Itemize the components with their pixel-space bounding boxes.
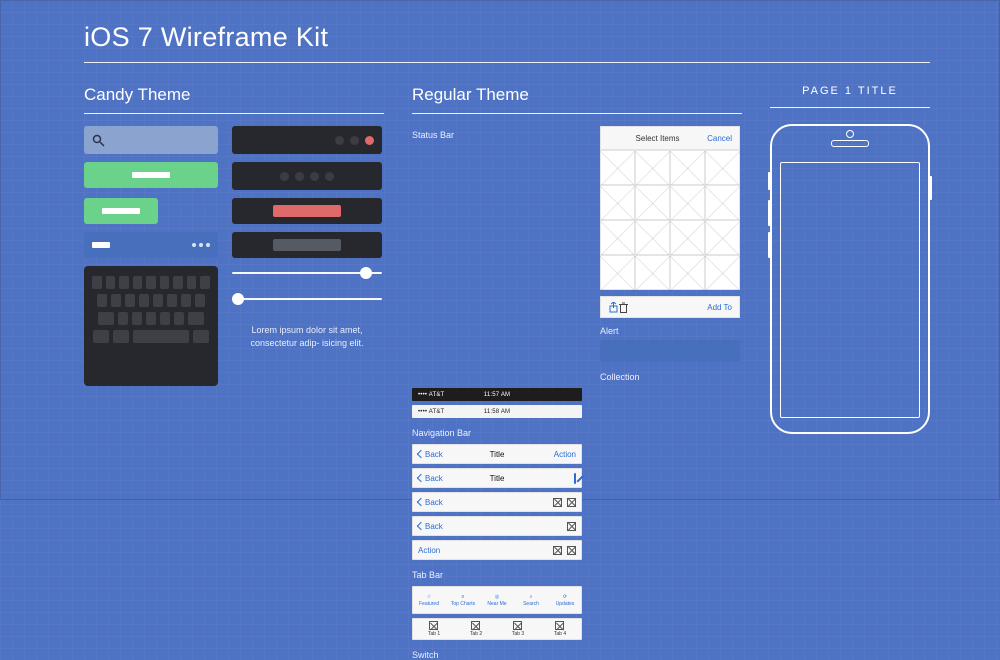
search-bar[interactable] [84, 126, 218, 154]
power-button [929, 176, 932, 200]
status-bar-dark: •••• AT&T 11:57 AM [412, 388, 582, 401]
volume-up [768, 200, 771, 226]
tab-nearme[interactable]: ◎Near Me [480, 586, 514, 614]
collection-cell[interactable] [635, 150, 670, 185]
collection-cell[interactable] [600, 255, 635, 290]
collection-cell[interactable] [600, 185, 635, 220]
label-alert: Alert [600, 326, 740, 336]
back-button[interactable]: Back [418, 450, 443, 459]
placeholder-icon[interactable] [567, 522, 576, 531]
candy-heading: Candy Theme [84, 85, 384, 105]
phone-column: PAGE 1 TITLE [770, 85, 930, 660]
collection-cell[interactable] [670, 185, 705, 220]
collection-cell[interactable] [635, 220, 670, 255]
regular-rule [412, 113, 742, 114]
edit-icon[interactable] [574, 473, 576, 484]
regular-column: Regular Theme Status Bar Collection ••••… [412, 85, 742, 660]
nav-row-2[interactable]: Back Title [412, 468, 582, 488]
placeholder-icon[interactable] [553, 498, 562, 507]
tab-updates[interactable]: ⟳Updates [548, 586, 582, 614]
nav-row-1[interactable]: Back Title Action [412, 444, 582, 464]
mute-switch [768, 172, 771, 190]
tab-generic[interactable]: Tab 1 [428, 621, 440, 637]
volume-down [768, 232, 771, 258]
green-button-1[interactable] [84, 162, 218, 188]
collection-cell[interactable] [705, 220, 740, 255]
label-tab: Tab Bar [412, 570, 582, 580]
phone-page-title: PAGE 1 TITLE [770, 85, 930, 97]
collection-panel: Select Items Cancel Add To Alert [600, 126, 740, 362]
collection-cell[interactable] [635, 185, 670, 220]
collection-cell[interactable] [705, 185, 740, 220]
kit-title: iOS 7 Wireframe Kit [84, 22, 930, 53]
share-icon[interactable] [608, 302, 619, 313]
label-nav: Navigation Bar [412, 428, 582, 438]
regular-heading: Regular Theme [412, 85, 742, 105]
slider-group: Lorem ipsum dolor sit amet, consectetur … [232, 266, 382, 386]
regular-grid: Status Bar Collection •••• AT&T 11:57 AM… [412, 126, 742, 660]
blue-chip[interactable] [84, 232, 218, 258]
nav-row-4[interactable]: Back [412, 516, 582, 536]
green-button-2[interactable] [84, 198, 158, 224]
nav-row-3[interactable]: Back [412, 492, 582, 512]
slider-2[interactable] [232, 292, 382, 306]
candy-column: Candy Theme [84, 85, 384, 660]
nav-title: Title [490, 450, 505, 459]
status-bar-light: •••• AT&T 11:58 AM [412, 405, 582, 418]
label-collection: Collection [600, 372, 740, 382]
collection-header: Select Items Cancel [600, 126, 740, 150]
collection-toolbar: Add To [600, 296, 740, 318]
nav-action[interactable]: Action [554, 450, 576, 459]
label-status: Status Bar [412, 130, 582, 140]
collection-cell[interactable] [670, 255, 705, 290]
dark-bar-2[interactable] [232, 162, 382, 190]
placeholder-icon[interactable] [567, 546, 576, 555]
tab-bar-2: Tab 1 Tab 2 Tab 3 Tab 4 [412, 618, 582, 640]
collection-cell[interactable] [670, 150, 705, 185]
collection-cell[interactable] [705, 150, 740, 185]
tab-search[interactable]: ⌕Search [514, 586, 548, 614]
title-rule [84, 62, 930, 63]
tab-generic[interactable]: Tab 3 [512, 621, 524, 637]
dark-pill-red[interactable] [232, 198, 382, 224]
tab-generic[interactable]: Tab 2 [470, 621, 482, 637]
columns: Candy Theme [84, 85, 930, 660]
collection-cell[interactable] [600, 150, 635, 185]
search-icon [92, 134, 105, 147]
collection-grid [600, 150, 740, 290]
collection-cell[interactable] [635, 255, 670, 290]
alert-panel [600, 340, 740, 362]
trash-icon[interactable] [619, 302, 628, 313]
nav-action-left[interactable]: Action [418, 546, 440, 555]
candy-grid: Lorem ipsum dolor sit amet, consectetur … [84, 126, 384, 386]
tab-charts[interactable]: ≡Top Charts [446, 586, 480, 614]
collection-cell[interactable] [600, 220, 635, 255]
lorem-text: Lorem ipsum dolor sit amet, consectetur … [232, 324, 382, 349]
collection-title: Select Items [608, 134, 707, 143]
tab-generic[interactable]: Tab 4 [554, 621, 566, 637]
label-switch: Switch [412, 650, 582, 660]
keyboard[interactable] [84, 266, 218, 386]
phone-rule [770, 107, 930, 108]
canvas: iOS 7 Wireframe Kit Candy Theme [0, 0, 1000, 660]
placeholder-icon[interactable] [553, 546, 562, 555]
tab-featured[interactable]: ☆Featured [412, 586, 446, 614]
dark-pill-grey[interactable] [232, 232, 382, 258]
phone-frame [770, 124, 930, 434]
nav-row-5[interactable]: Action [412, 540, 582, 560]
dark-bar-1[interactable] [232, 126, 382, 154]
placeholder-icon[interactable] [567, 498, 576, 507]
tab-bar-1: ☆Featured ≡Top Charts ◎Near Me ⌕Search ⟳… [412, 586, 582, 614]
phone-screen[interactable] [780, 162, 920, 418]
collection-cell[interactable] [705, 255, 740, 290]
collection-cell[interactable] [670, 220, 705, 255]
slider-1[interactable] [232, 266, 382, 280]
add-to-button[interactable]: Add To [707, 303, 732, 312]
candy-rule [84, 113, 384, 114]
cancel-button[interactable]: Cancel [707, 134, 732, 143]
